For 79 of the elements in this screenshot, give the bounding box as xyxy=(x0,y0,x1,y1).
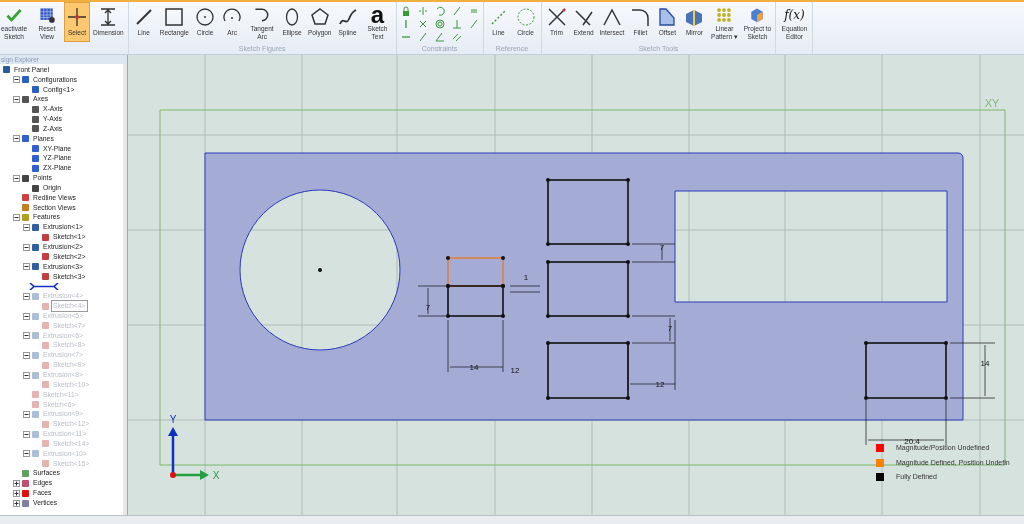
angle-icon[interactable] xyxy=(434,32,445,42)
point-icon xyxy=(32,184,39,192)
plane-label: XY xyxy=(984,97,1000,109)
extrusion-icon xyxy=(32,450,39,458)
sketch-icon xyxy=(42,233,49,241)
sketch-icon xyxy=(42,302,49,310)
x-axis-arrow xyxy=(173,470,209,480)
extrusion-icon xyxy=(32,223,39,231)
parallel-icon[interactable] xyxy=(451,32,462,42)
dimension-value[interactable]: 12 xyxy=(510,366,520,375)
extrusion-icon xyxy=(32,263,39,271)
fillet-icon xyxy=(629,6,652,28)
trim-icon xyxy=(545,6,568,28)
dimension-value[interactable]: 1 xyxy=(523,273,529,282)
extrusion-icon xyxy=(32,312,39,320)
expand-toggle[interactable] xyxy=(13,499,20,507)
extrusion-icon xyxy=(32,371,39,379)
section-icon xyxy=(22,204,29,212)
point-icon xyxy=(22,174,29,182)
expand-toggle[interactable] xyxy=(13,489,20,497)
y-axis-arrow xyxy=(168,427,178,473)
intersect-icon xyxy=(600,6,623,28)
dimension-value[interactable]: 7 xyxy=(667,324,673,333)
collapse-toggle[interactable] xyxy=(13,174,20,182)
sketch-icon xyxy=(42,420,49,428)
collapse-toggle[interactable] xyxy=(13,76,20,84)
sketch-icon xyxy=(42,361,49,369)
dimension-value[interactable]: 12 xyxy=(655,380,665,389)
collapse-toggle[interactable] xyxy=(23,223,30,231)
vertex-icon xyxy=(22,499,29,507)
dimension-value[interactable]: 14 xyxy=(980,359,990,368)
center-point xyxy=(318,268,322,272)
collapse-toggle[interactable] xyxy=(23,263,30,271)
cross-icon[interactable] xyxy=(417,19,428,29)
polygon-icon xyxy=(308,6,331,28)
sketch-icon xyxy=(42,253,49,261)
sketch-icon xyxy=(42,342,49,350)
collapse-toggle[interactable] xyxy=(23,243,30,251)
collapse-toggle[interactable] xyxy=(13,95,20,103)
extrusion-icon xyxy=(32,243,39,251)
sketch-icon xyxy=(42,273,49,281)
collapse-toggle[interactable] xyxy=(13,214,20,222)
sketch-icon xyxy=(42,322,49,330)
circle-icon xyxy=(194,6,216,28)
dimension-value[interactable]: 20.4 xyxy=(904,437,920,446)
extrusion-icon xyxy=(32,332,39,340)
dimension-value[interactable]: 7 xyxy=(425,303,431,312)
collapse-toggle[interactable] xyxy=(13,135,20,143)
extrusion-icon xyxy=(32,410,39,418)
axis-label: Y xyxy=(169,414,177,425)
feature-icon xyxy=(22,214,29,222)
redline-icon xyxy=(22,194,29,202)
dimension-value[interactable]: 14 xyxy=(469,363,479,372)
origin-point xyxy=(170,472,176,478)
axis-label: X xyxy=(212,470,220,481)
dimension-value[interactable]: 7 xyxy=(659,243,665,252)
sketch-icon xyxy=(42,440,49,448)
crosshair-icon xyxy=(66,6,88,28)
edge-icon xyxy=(22,479,29,487)
expand-toggle[interactable] xyxy=(13,479,20,487)
tangent-icon[interactable] xyxy=(434,6,445,16)
rectangle-icon xyxy=(163,6,186,28)
face-icon xyxy=(22,489,29,497)
slant-line-icon[interactable] xyxy=(468,19,479,29)
extrusion-icon xyxy=(32,292,39,300)
slant-line-icon[interactable] xyxy=(417,32,428,42)
part-icon xyxy=(3,66,10,74)
sketch-icon xyxy=(42,460,49,468)
concentric-icon[interactable] xyxy=(434,19,445,29)
dashed-circle-icon xyxy=(514,6,537,28)
extrusion-icon xyxy=(32,430,39,438)
glyph-icon: a xyxy=(370,6,385,24)
glyph-icon: f(x) xyxy=(784,6,805,24)
surface-icon xyxy=(22,470,29,477)
rollback-bar-icon[interactable] xyxy=(29,283,59,290)
extrusion-icon xyxy=(32,351,39,359)
sketch-rectangle xyxy=(446,284,505,318)
lock-icon[interactable] xyxy=(400,6,411,16)
slant-line-icon[interactable] xyxy=(451,6,462,16)
